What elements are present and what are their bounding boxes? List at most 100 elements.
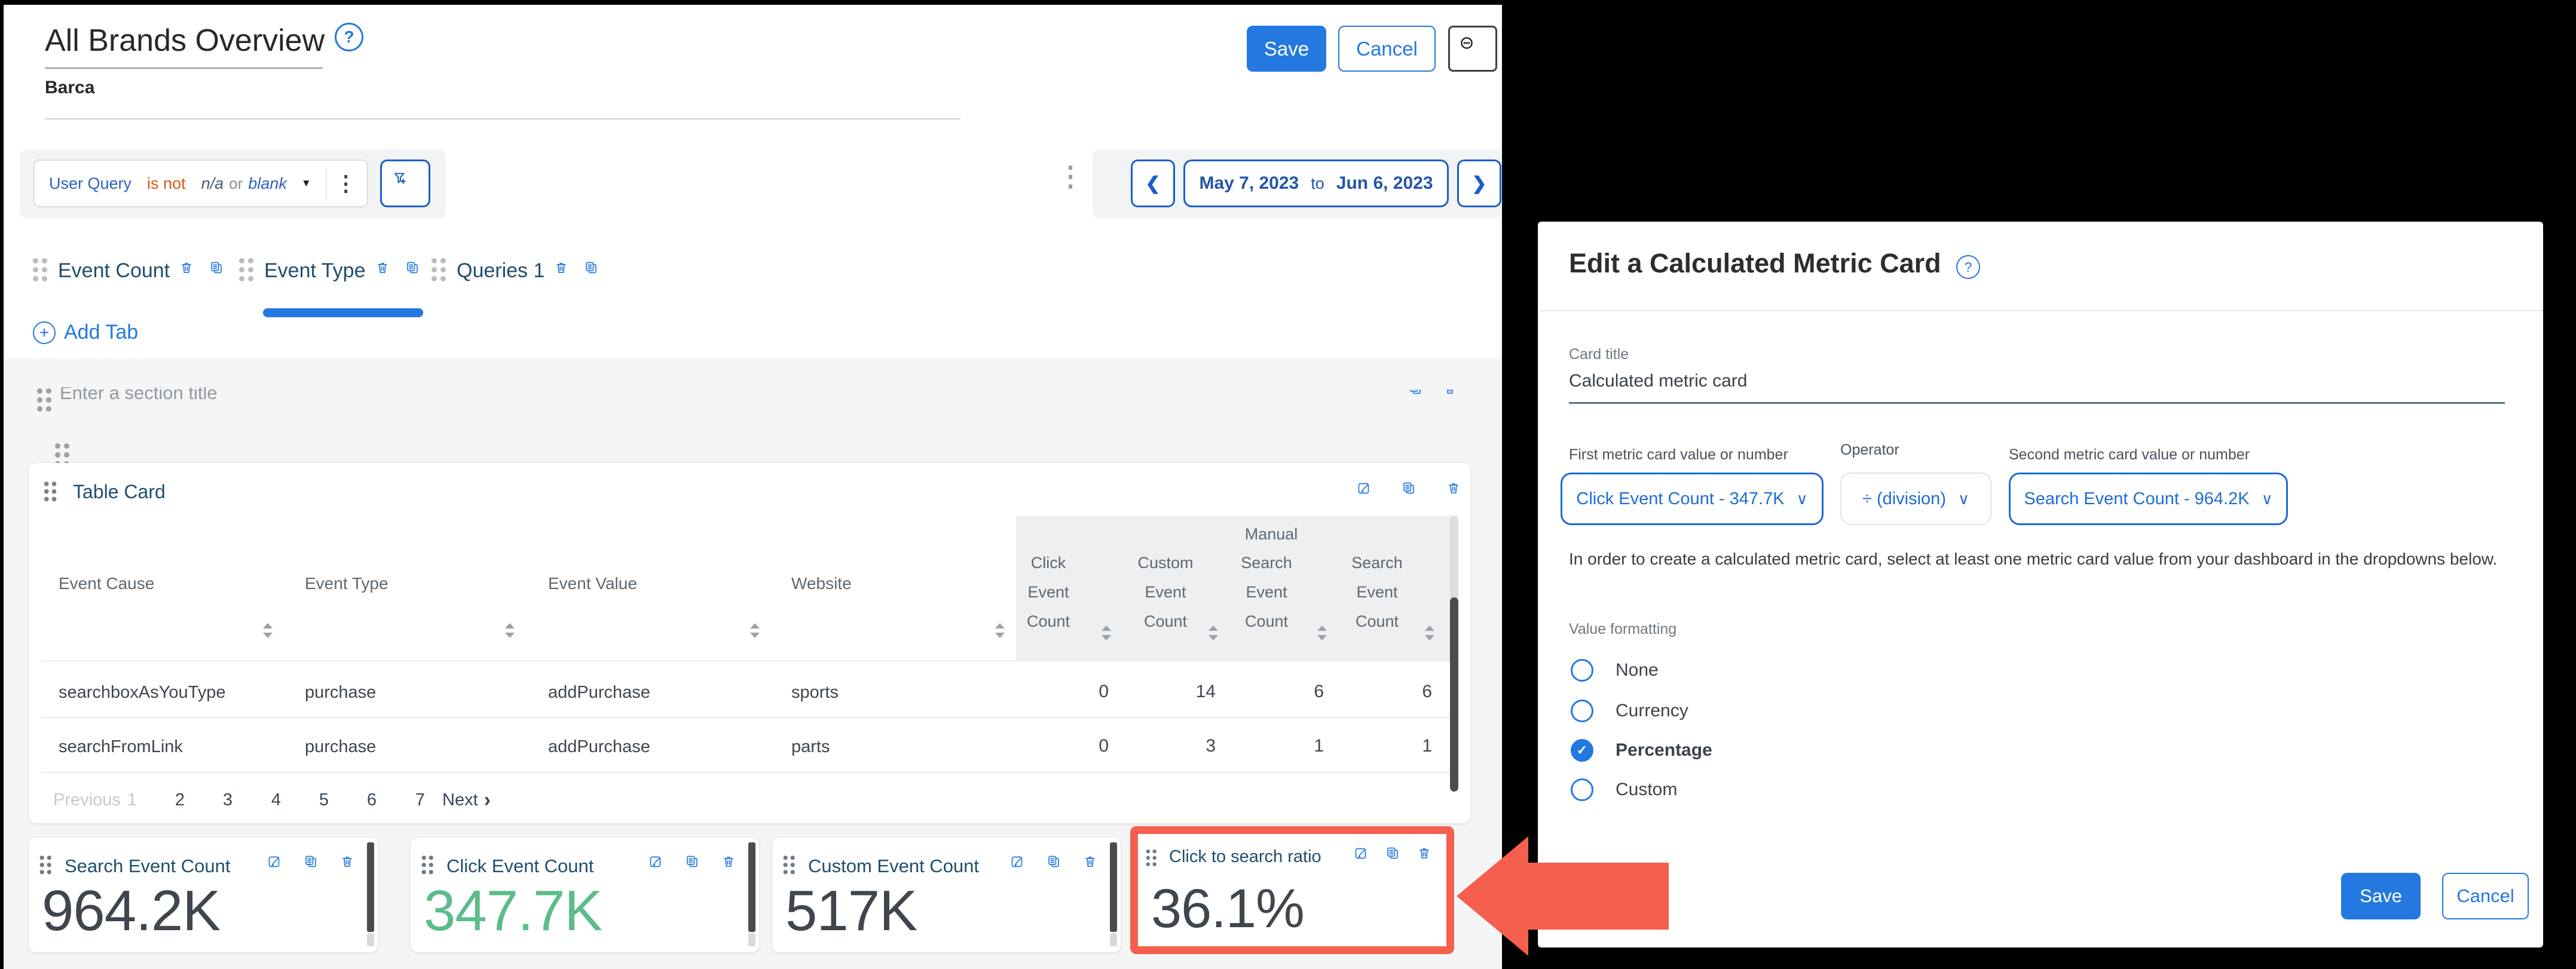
pagination-page-4[interactable]: 4 bbox=[271, 790, 281, 810]
add-tab-button[interactable]: + Add Tab bbox=[33, 321, 138, 344]
radio-custom[interactable] bbox=[1571, 778, 1593, 801]
pagination-page-2[interactable]: 2 bbox=[175, 790, 185, 810]
radio-currency-label[interactable]: Currency bbox=[1616, 701, 1688, 721]
section-delete-icon[interactable] bbox=[1443, 390, 1466, 404]
metric-column-header[interactable]: Custom bbox=[1137, 554, 1193, 572]
column-header[interactable]: Event Type bbox=[305, 574, 388, 593]
add-filter-button[interactable] bbox=[380, 160, 430, 207]
metric-card-duplicate-icon[interactable] bbox=[685, 854, 707, 876]
tab-drag-handle-icon[interactable] bbox=[239, 258, 255, 283]
sort-toggle-icon[interactable] bbox=[505, 623, 516, 640]
section-duplicate-icon[interactable] bbox=[1408, 390, 1431, 404]
pagination-page-7[interactable]: 7 bbox=[415, 790, 425, 810]
date-prev-button[interactable]: ❮ bbox=[1131, 160, 1175, 207]
metric-card-edit-icon[interactable] bbox=[648, 854, 671, 876]
metric-column-header[interactable]: Event bbox=[1027, 583, 1069, 602]
filter-kebab-icon[interactable]: ⋮ bbox=[335, 171, 357, 196]
date-range-button[interactable]: May 7, 2023 to Jun 6, 2023 bbox=[1183, 160, 1449, 207]
filter-pill[interactable]: User Query is not n/a or blank ▼ ⋮ bbox=[33, 160, 368, 207]
metric-card-duplicate-icon[interactable] bbox=[1385, 846, 1406, 867]
radio-none-label[interactable]: None bbox=[1616, 660, 1659, 680]
radio-custom-label[interactable]: Custom bbox=[1616, 780, 1677, 800]
modal-help-icon[interactable]: ? bbox=[1956, 255, 1980, 279]
tab-delete-icon[interactable] bbox=[179, 260, 200, 281]
date-next-button[interactable]: ❯ bbox=[1457, 160, 1501, 207]
tab-event-type[interactable]: Event Type bbox=[239, 258, 426, 283]
radio-currency[interactable] bbox=[1571, 700, 1593, 722]
tab-delete-icon[interactable] bbox=[375, 260, 396, 281]
metric-column-header[interactable]: Search bbox=[1351, 554, 1403, 572]
tab-label[interactable]: Event Count bbox=[58, 259, 170, 283]
metric-column-header[interactable]: Count bbox=[1356, 612, 1399, 631]
second-metric-dropdown[interactable]: Search Event Count - 964.2K ∨ bbox=[2009, 473, 2288, 525]
tab-drag-handle-icon[interactable] bbox=[33, 258, 48, 283]
table-scrollbar-thumb[interactable] bbox=[1450, 597, 1458, 792]
metric-card-drag-handle-icon[interactable] bbox=[783, 855, 796, 876]
column-header[interactable]: Website bbox=[791, 574, 852, 593]
metric-column-header[interactable]: Event bbox=[1145, 583, 1186, 602]
filter-caret-down-icon[interactable]: ▼ bbox=[301, 177, 311, 189]
section-drag-handle-icon[interactable] bbox=[37, 388, 53, 413]
dashboard-help-icon[interactable]: ? bbox=[335, 23, 363, 51]
metric-card-drag-handle-icon[interactable] bbox=[421, 855, 435, 876]
table-card-drag-handle-icon[interactable] bbox=[44, 482, 57, 503]
pagination-next[interactable]: Next › bbox=[442, 790, 491, 810]
column-header[interactable]: Event Cause bbox=[59, 574, 154, 593]
metric-column-header[interactable]: Event bbox=[1356, 583, 1397, 602]
metric-column-header[interactable]: Count bbox=[1245, 612, 1288, 631]
metric-column-header[interactable]: Click bbox=[1031, 554, 1066, 572]
sort-toggle-icon[interactable] bbox=[1102, 625, 1112, 642]
metric-card-delete-icon[interactable] bbox=[340, 854, 362, 876]
metric-card-delete-icon[interactable] bbox=[1083, 854, 1105, 876]
more-options-button[interactable] bbox=[1448, 26, 1497, 72]
sort-toggle-icon[interactable] bbox=[750, 623, 761, 640]
metric-card-duplicate-icon[interactable] bbox=[304, 854, 326, 876]
tab-drag-handle-icon[interactable] bbox=[432, 258, 447, 283]
pagination-page-6[interactable]: 6 bbox=[367, 790, 377, 810]
card-scrollbar-thumb[interactable] bbox=[748, 842, 755, 932]
tab-duplicate-icon[interactable] bbox=[209, 260, 230, 281]
card-scrollbar-thumb[interactable] bbox=[1110, 842, 1117, 932]
dashboard-cancel-button[interactable]: Cancel bbox=[1338, 26, 1436, 72]
metric-column-header[interactable]: Search bbox=[1241, 554, 1292, 572]
section-title-placeholder[interactable]: Enter a section title bbox=[60, 387, 478, 404]
sort-toggle-icon[interactable] bbox=[263, 623, 274, 640]
tab-label[interactable]: Event Type bbox=[264, 259, 366, 283]
card-scrollbar-track[interactable] bbox=[1110, 933, 1117, 946]
card-scrollbar-track[interactable] bbox=[367, 933, 374, 946]
column-header[interactable]: Event Value bbox=[548, 574, 637, 593]
tab-duplicate-icon[interactable] bbox=[405, 260, 426, 281]
sort-toggle-icon[interactable] bbox=[1425, 625, 1436, 642]
sort-toggle-icon[interactable] bbox=[995, 623, 1006, 640]
metric-card-edit-icon[interactable] bbox=[267, 854, 289, 876]
date-toolbar-kebab-icon[interactable]: ⋮ bbox=[1057, 160, 1084, 192]
metric-card-drag-handle-icon[interactable] bbox=[39, 855, 53, 876]
tab-duplicate-icon[interactable] bbox=[584, 260, 604, 281]
card-title-input[interactable]: Calculated metric card bbox=[1569, 371, 1747, 391]
operator-dropdown[interactable]: ÷ (division) ∨ bbox=[1840, 473, 1991, 525]
card-scrollbar-track[interactable] bbox=[748, 933, 755, 946]
card-scrollbar-thumb[interactable] bbox=[367, 842, 374, 932]
tab-delete-icon[interactable] bbox=[554, 260, 574, 281]
pagination-page-1[interactable]: 1 bbox=[127, 790, 137, 810]
dashboard-save-button[interactable]: Save bbox=[1247, 26, 1326, 72]
first-metric-dropdown[interactable]: Click Event Count - 347.7K ∨ bbox=[1561, 473, 1824, 525]
pagination-page-5[interactable]: 5 bbox=[319, 790, 329, 810]
sort-toggle-icon[interactable] bbox=[1209, 625, 1219, 642]
table-card-edit-icon[interactable] bbox=[1357, 481, 1382, 506]
metric-card-edit-icon[interactable] bbox=[1354, 846, 1375, 867]
radio-percentage-label[interactable]: Percentage bbox=[1616, 740, 1712, 761]
metric-card-drag-handle-icon[interactable] bbox=[1146, 849, 1158, 867]
table-card-delete-icon[interactable] bbox=[1446, 481, 1471, 506]
table-card-duplicate-icon[interactable] bbox=[1402, 481, 1427, 506]
metric-column-header[interactable]: Count bbox=[1027, 612, 1070, 631]
pagination-previous[interactable]: Previous bbox=[53, 790, 121, 810]
metric-card-delete-icon[interactable] bbox=[1417, 846, 1438, 867]
metric-card-delete-icon[interactable] bbox=[721, 854, 744, 876]
pagination-page-3[interactable]: 3 bbox=[223, 790, 232, 810]
metric-card-duplicate-icon[interactable] bbox=[1047, 854, 1069, 876]
tab-event-count[interactable]: Event Count bbox=[33, 258, 230, 283]
metric-column-header[interactable]: Count bbox=[1144, 612, 1187, 631]
radio-none[interactable] bbox=[1571, 659, 1593, 682]
modal-cancel-button[interactable]: Cancel bbox=[2442, 873, 2529, 919]
